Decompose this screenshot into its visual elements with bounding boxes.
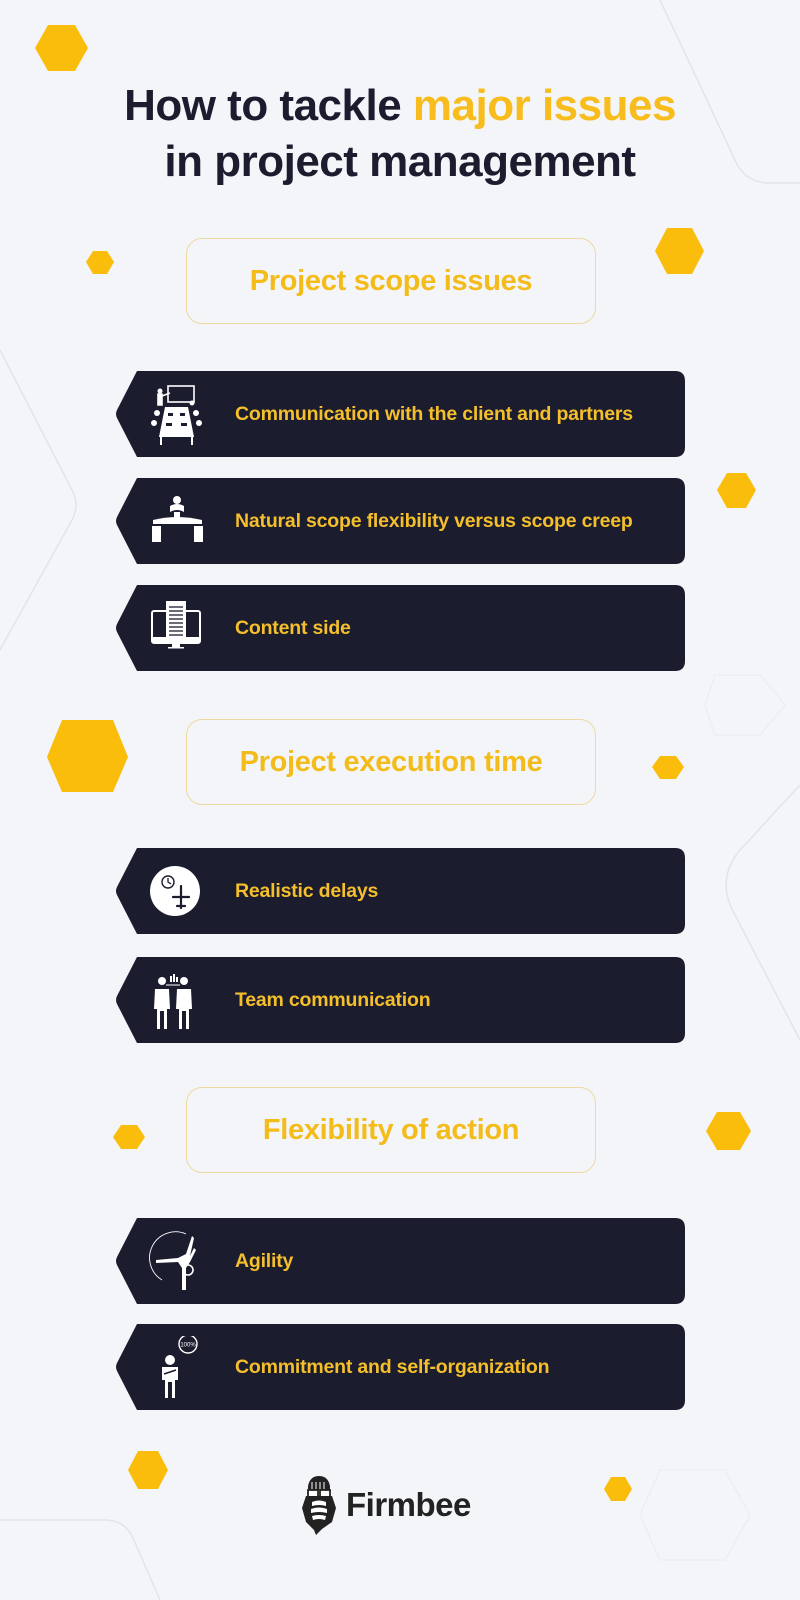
- section-heading-text: Project scope issues: [249, 264, 533, 297]
- item-label: Commitment and self-organization: [235, 1355, 550, 1378]
- bee-mascot-icon: [302, 1476, 336, 1535]
- commitment-badge: 100%: [180, 1343, 196, 1349]
- yellow-hexagon: [717, 473, 756, 508]
- page-title: How to tackle major issues in project ma…: [0, 78, 800, 190]
- person-balancing-desks-icon: [152, 496, 203, 542]
- clock-airplane-icon: [150, 866, 200, 916]
- yellow-hexagon: [706, 1112, 751, 1150]
- section-heading-text: Flexibility of action: [262, 1113, 520, 1146]
- item-label: Content side: [235, 616, 351, 639]
- bg-hex-outline-bottom-right: [639, 1469, 751, 1561]
- title-line-2: in project management: [164, 137, 636, 186]
- item-label: Team communication: [235, 988, 431, 1011]
- yellow-hexagon: [604, 1477, 632, 1501]
- list-item-agility: Agility: [115, 1218, 685, 1304]
- yellow-hexagon: [86, 251, 114, 274]
- title-text: How to tackle: [124, 81, 413, 130]
- yellow-hexagon: [113, 1125, 145, 1149]
- yellow-hexagon: [655, 228, 704, 274]
- item-label: Agility: [235, 1249, 294, 1272]
- list-item-communication-client: Communication with the client and partne…: [115, 371, 685, 457]
- section-heading-text: Project execution time: [239, 745, 543, 778]
- list-item-realistic-delays: Realistic delays: [115, 848, 685, 934]
- bg-hex-outline-mid-right: [704, 674, 786, 736]
- yellow-hexagon: [652, 756, 684, 779]
- brand-name: Firmbee: [346, 1486, 471, 1523]
- document-monitor-icon: [151, 601, 201, 649]
- item-label: Natural scope flexibility versus scope c…: [235, 509, 633, 532]
- item-label: Communication with the client and partne…: [235, 402, 633, 425]
- bg-hex-outline-left: [0, 349, 77, 651]
- section-heading-execution-time: Project execution time: [186, 719, 596, 805]
- firmbee-logo: Firmbee: [300, 1475, 471, 1535]
- list-item-team-communication: Team communication: [115, 957, 685, 1043]
- acrobat-figure-icon: [149, 1231, 196, 1290]
- list-item-scope-flexibility: Natural scope flexibility versus scope c…: [115, 478, 685, 564]
- title-accent: major issues: [412, 81, 677, 130]
- item-label: Realistic delays: [235, 879, 379, 902]
- yellow-hexagon: [35, 25, 88, 71]
- two-workers-icon: [154, 974, 192, 1029]
- yellow-hexagon: [128, 1451, 168, 1489]
- yellow-hexagon: [47, 720, 128, 792]
- bg-hex-outline-bottom-left: [0, 1519, 161, 1600]
- title-line-1: How to tackle major issues: [0, 78, 800, 134]
- list-item-commitment: 100% Commitment and self-organization: [115, 1324, 685, 1410]
- bg-hex-outline-right: [725, 784, 800, 1041]
- meeting-room-icon: [151, 385, 202, 445]
- person-100-percent-icon: 100%: [162, 1336, 198, 1398]
- list-item-content-side: Content side: [115, 585, 685, 671]
- section-heading-flexibility: Flexibility of action: [186, 1087, 596, 1173]
- section-heading-scope: Project scope issues: [186, 238, 596, 324]
